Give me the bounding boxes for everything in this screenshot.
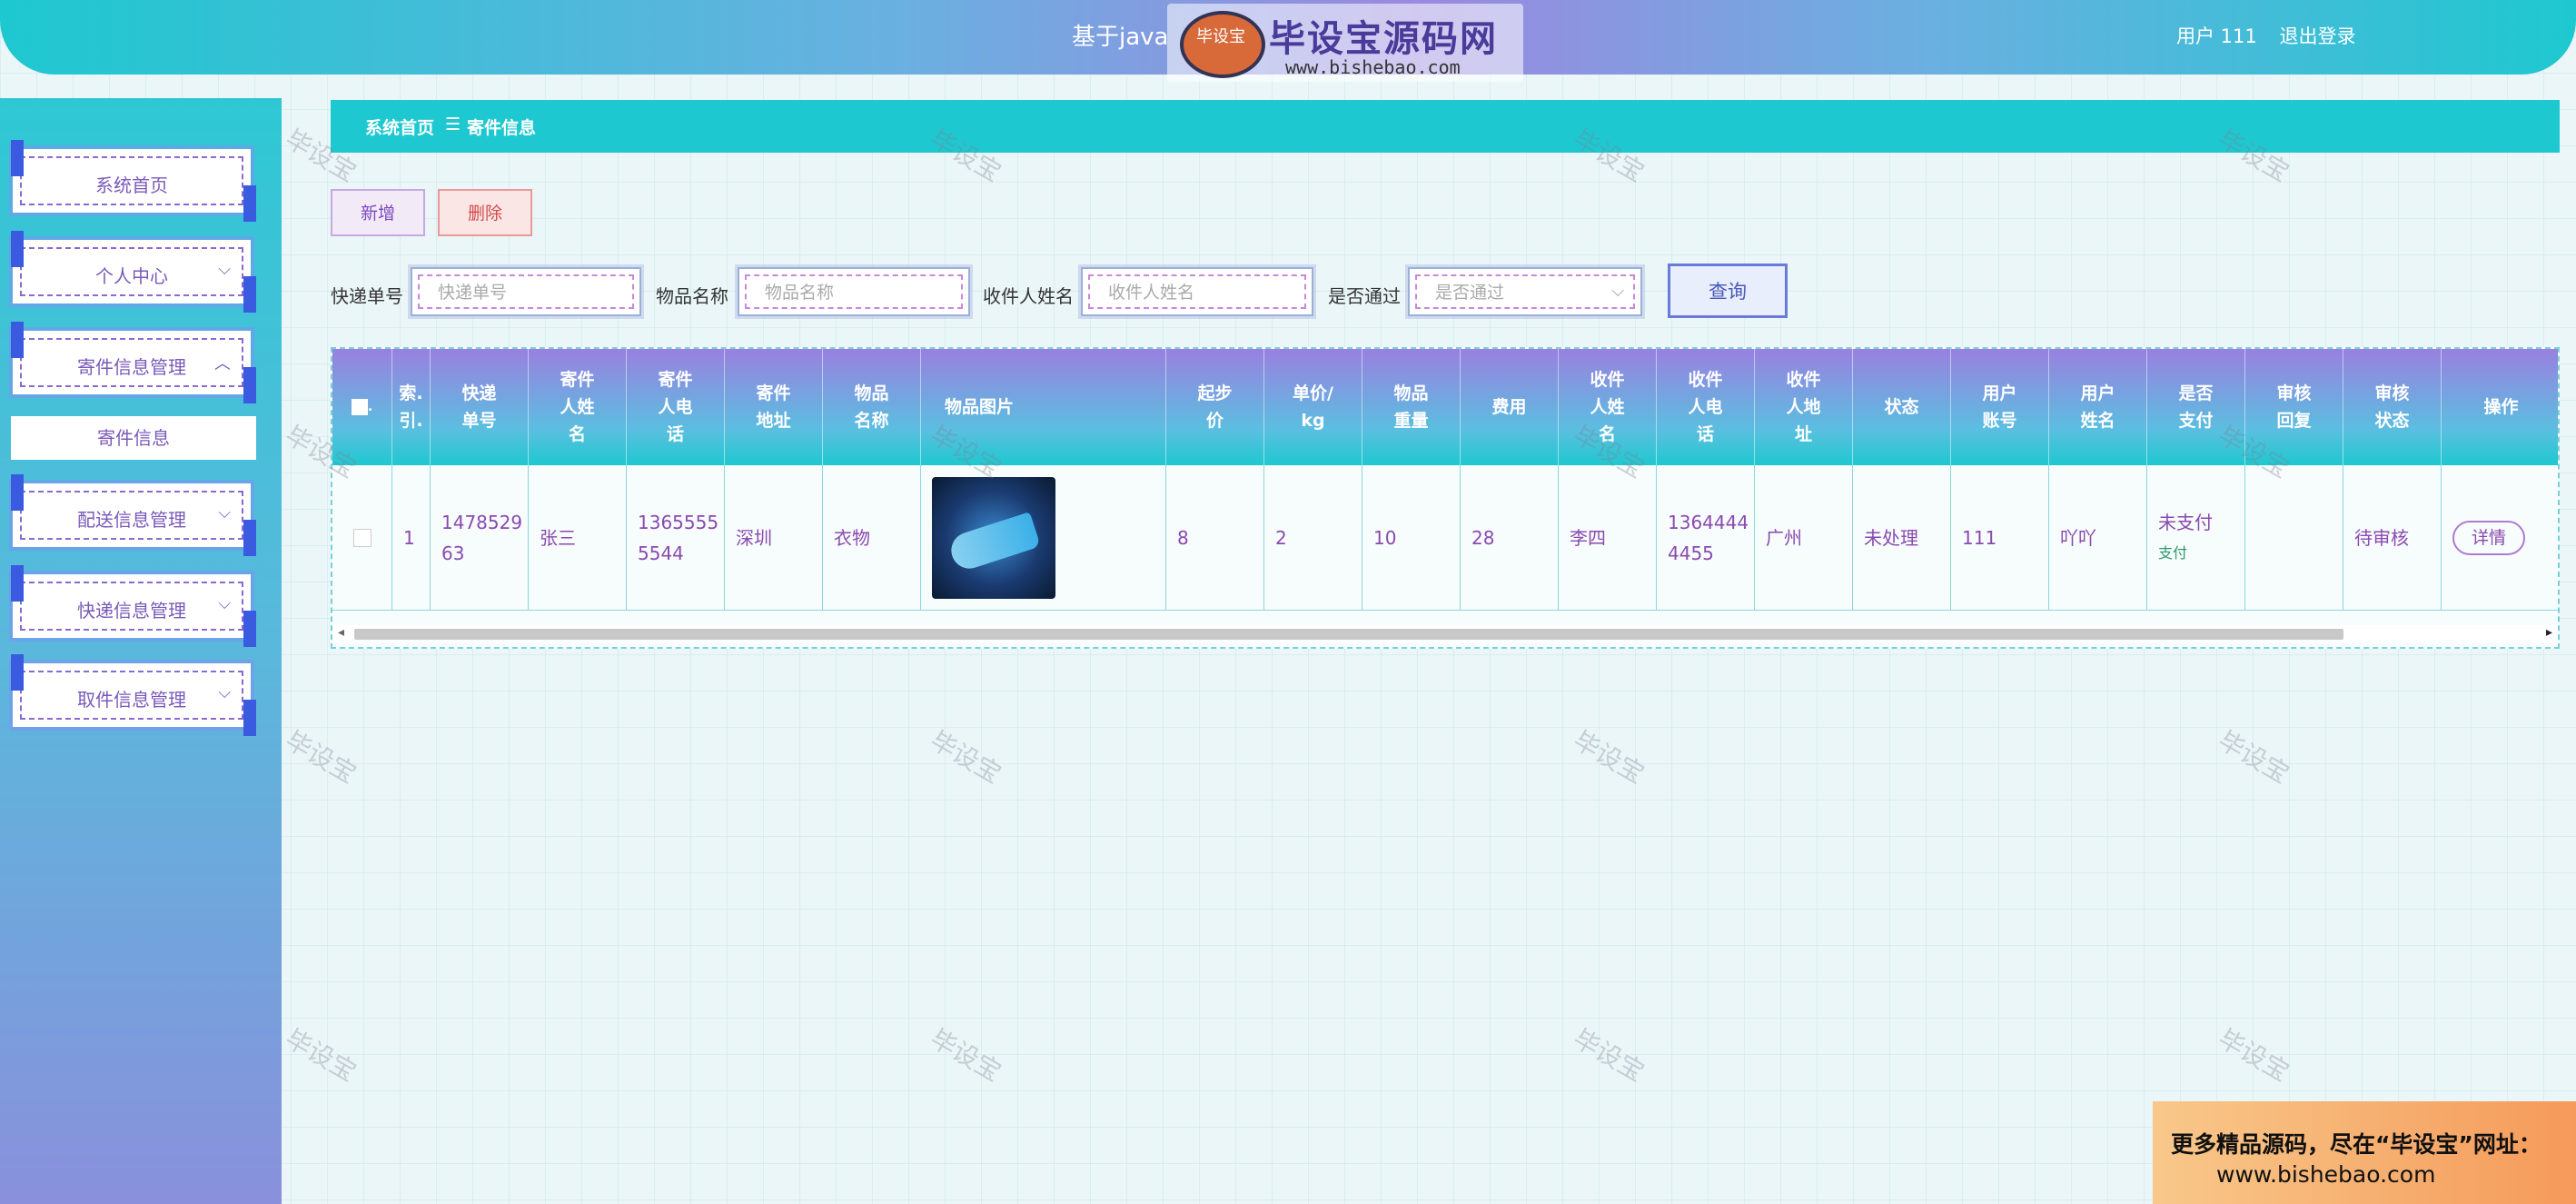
user-area: 用户 111 退出登录: [2176, 22, 2372, 49]
cell-user-name: 吖吖: [2049, 465, 2147, 611]
th-index: 索. 引.: [392, 349, 431, 465]
logo-name: 毕设宝源码网: [1269, 18, 1498, 60]
item-name-input[interactable]: 物品名称: [738, 267, 970, 316]
sidebar-item-profile[interactable]: 个人中心 ⌵: [11, 231, 256, 313]
cell-sender-address: 深圳: [725, 465, 823, 611]
add-button[interactable]: 新增: [331, 189, 425, 236]
sidebar-item-delivery-mgmt[interactable]: 配送信息管理 ⌵: [11, 474, 256, 556]
cell-account: 111: [1951, 465, 2049, 611]
cell-sender-name: 张三: [529, 465, 627, 611]
paid-status: 未支付: [2158, 511, 2213, 533]
th-unit-price: 单价/ kg: [1264, 349, 1362, 465]
cell-recipient-name: 李四: [1559, 465, 1657, 611]
item-name-label: 物品名称: [656, 285, 728, 307]
cell-sender-phone: 1365555 5544: [627, 465, 725, 611]
cell-actions: 详情: [2442, 465, 2558, 611]
tracking-input[interactable]: 快递单号: [411, 267, 641, 316]
cell-weight: 10: [1362, 465, 1461, 611]
th-actions: 操作: [2442, 349, 2558, 465]
approved-label: 是否通过: [1328, 285, 1401, 307]
th-recipient-address: 收件 人地 址: [1755, 349, 1853, 465]
table-header: . 索. 引. 快递 单号 寄件 人姓 名 寄件 人电 话 寄件 地址 物品 名…: [332, 349, 2558, 465]
sidebar: 系统首页 个人中心 ⌵ 寄件信息管理 ︿ 寄件信息 配送信息管理 ⌵ 快递信息管…: [0, 98, 282, 1204]
th-item-name: 物品 名称: [823, 349, 921, 465]
cell-index: 1: [392, 465, 431, 611]
cell-status: 未处理: [1853, 465, 1951, 611]
th-account: 用户 账号: [1951, 349, 2049, 465]
promo-text: 更多精品源码，尽在“毕设宝”网址：: [2171, 1131, 2541, 1158]
data-table: . 索. 引. 快递 单号 寄件 人姓 名 寄件 人电 话 寄件 地址 物品 名…: [331, 347, 2560, 649]
cell-tracking: 1478529 63: [431, 465, 529, 611]
chevron-down-icon: ⌵: [218, 260, 231, 279]
app-title: 基于java: [1072, 24, 1169, 51]
horizontal-scrollbar[interactable]: ◂ ▸: [332, 625, 2558, 643]
chevron-down-icon: ⌵: [218, 683, 231, 702]
promo-url[interactable]: www.bishebao.com: [2216, 1161, 2435, 1188]
query-button[interactable]: 查询: [1668, 264, 1788, 318]
scroll-right-icon[interactable]: ▸: [2546, 625, 2552, 640]
chevron-up-icon: ︿: [214, 354, 231, 373]
th-item-image: 物品图片: [921, 349, 1166, 465]
th-sender-name: 寄件 人姓 名: [529, 349, 627, 465]
site-logo-watermark: 毕设宝 毕设宝源码网 www.bishebao.com: [1167, 4, 1523, 82]
sidebar-item-shipping-mgmt[interactable]: 寄件信息管理 ︿: [11, 322, 256, 403]
th-fee: 费用: [1461, 349, 1559, 465]
breadcrumb-home[interactable]: 系统首页: [365, 114, 434, 139]
cell-review-reply: [2245, 465, 2343, 611]
chevron-down-icon: ⌵: [218, 503, 231, 522]
th-paid: 是否 支付: [2147, 349, 2245, 465]
th-user-name: 用户 姓名: [2049, 349, 2147, 465]
cell-unit-price: 2: [1264, 465, 1362, 611]
breadcrumb-current: 寄件信息: [467, 118, 537, 138]
breadcrumb-separator-icon: ☰: [445, 114, 461, 134]
approved-select[interactable]: 是否通过 ⌵: [1408, 267, 1642, 316]
promo-banner: 更多精品源码，尽在“毕设宝”网址： www.bishebao.com: [2153, 1101, 2576, 1204]
th-status: 状态: [1853, 349, 1951, 465]
chevron-down-icon: ⌵: [1611, 282, 1624, 301]
row-checkbox[interactable]: [332, 465, 392, 611]
th-tracking: 快递 单号: [431, 349, 529, 465]
th-sender-address: 寄件 地址: [725, 349, 823, 465]
logo-badge-icon: 毕设宝: [1180, 11, 1265, 78]
cell-fee: 28: [1461, 465, 1559, 611]
breadcrumb: 系统首页 ☰ 寄件信息: [331, 100, 2560, 153]
cell-recipient-address: 广州: [1755, 465, 1853, 611]
chevron-down-icon: ⌵: [218, 594, 231, 613]
detail-button[interactable]: 详情: [2452, 520, 2525, 555]
sidebar-item-home[interactable]: 系统首页: [11, 140, 256, 222]
cell-start-price: 8: [1166, 465, 1264, 611]
logo-url: www.bishebao.com: [1285, 56, 1461, 78]
recipient-label: 收件人姓名: [983, 285, 1074, 307]
delete-button[interactable]: 删除: [438, 189, 532, 236]
scroll-thumb[interactable]: [354, 629, 2343, 640]
sidebar-item-pickup-mgmt[interactable]: 取件信息管理 ⌵: [11, 654, 256, 736]
recipient-input[interactable]: 收件人姓名: [1081, 267, 1313, 316]
th-weight: 物品 重量: [1362, 349, 1461, 465]
select-all-checkbox[interactable]: .: [332, 349, 392, 465]
scroll-left-icon[interactable]: ◂: [338, 625, 344, 640]
sidebar-subitem-shipping-info[interactable]: 寄件信息: [11, 416, 256, 460]
th-start-price: 起步 价: [1166, 349, 1264, 465]
logout-link[interactable]: 退出登录: [2279, 25, 2355, 47]
table-row: 1 1478529 63 张三 1365555 5544 深圳 衣物 8 2 1…: [332, 465, 2558, 611]
pay-link[interactable]: 支付: [2158, 538, 2187, 569]
th-review-status: 审核 状态: [2343, 349, 2442, 465]
cell-recipient-phone: 1364444 4455: [1657, 465, 1755, 611]
sidebar-item-express-mgmt[interactable]: 快递信息管理 ⌵: [11, 565, 256, 647]
th-recipient-name: 收件 人姓 名: [1559, 349, 1657, 465]
tracking-label: 快递单号: [331, 285, 403, 307]
cell-item-image: [921, 465, 1166, 611]
cell-review-status: 待审核: [2343, 465, 2442, 611]
th-review-reply: 审核 回复: [2245, 349, 2343, 465]
user-label: 用户 111: [2176, 25, 2257, 47]
th-sender-phone: 寄件 人电 话: [627, 349, 725, 465]
cell-item-name: 衣物: [823, 465, 921, 611]
item-image[interactable]: [932, 476, 1055, 599]
cell-paid: 未支付 支付: [2147, 465, 2245, 611]
th-recipient-phone: 收件 人电 话: [1657, 349, 1755, 465]
